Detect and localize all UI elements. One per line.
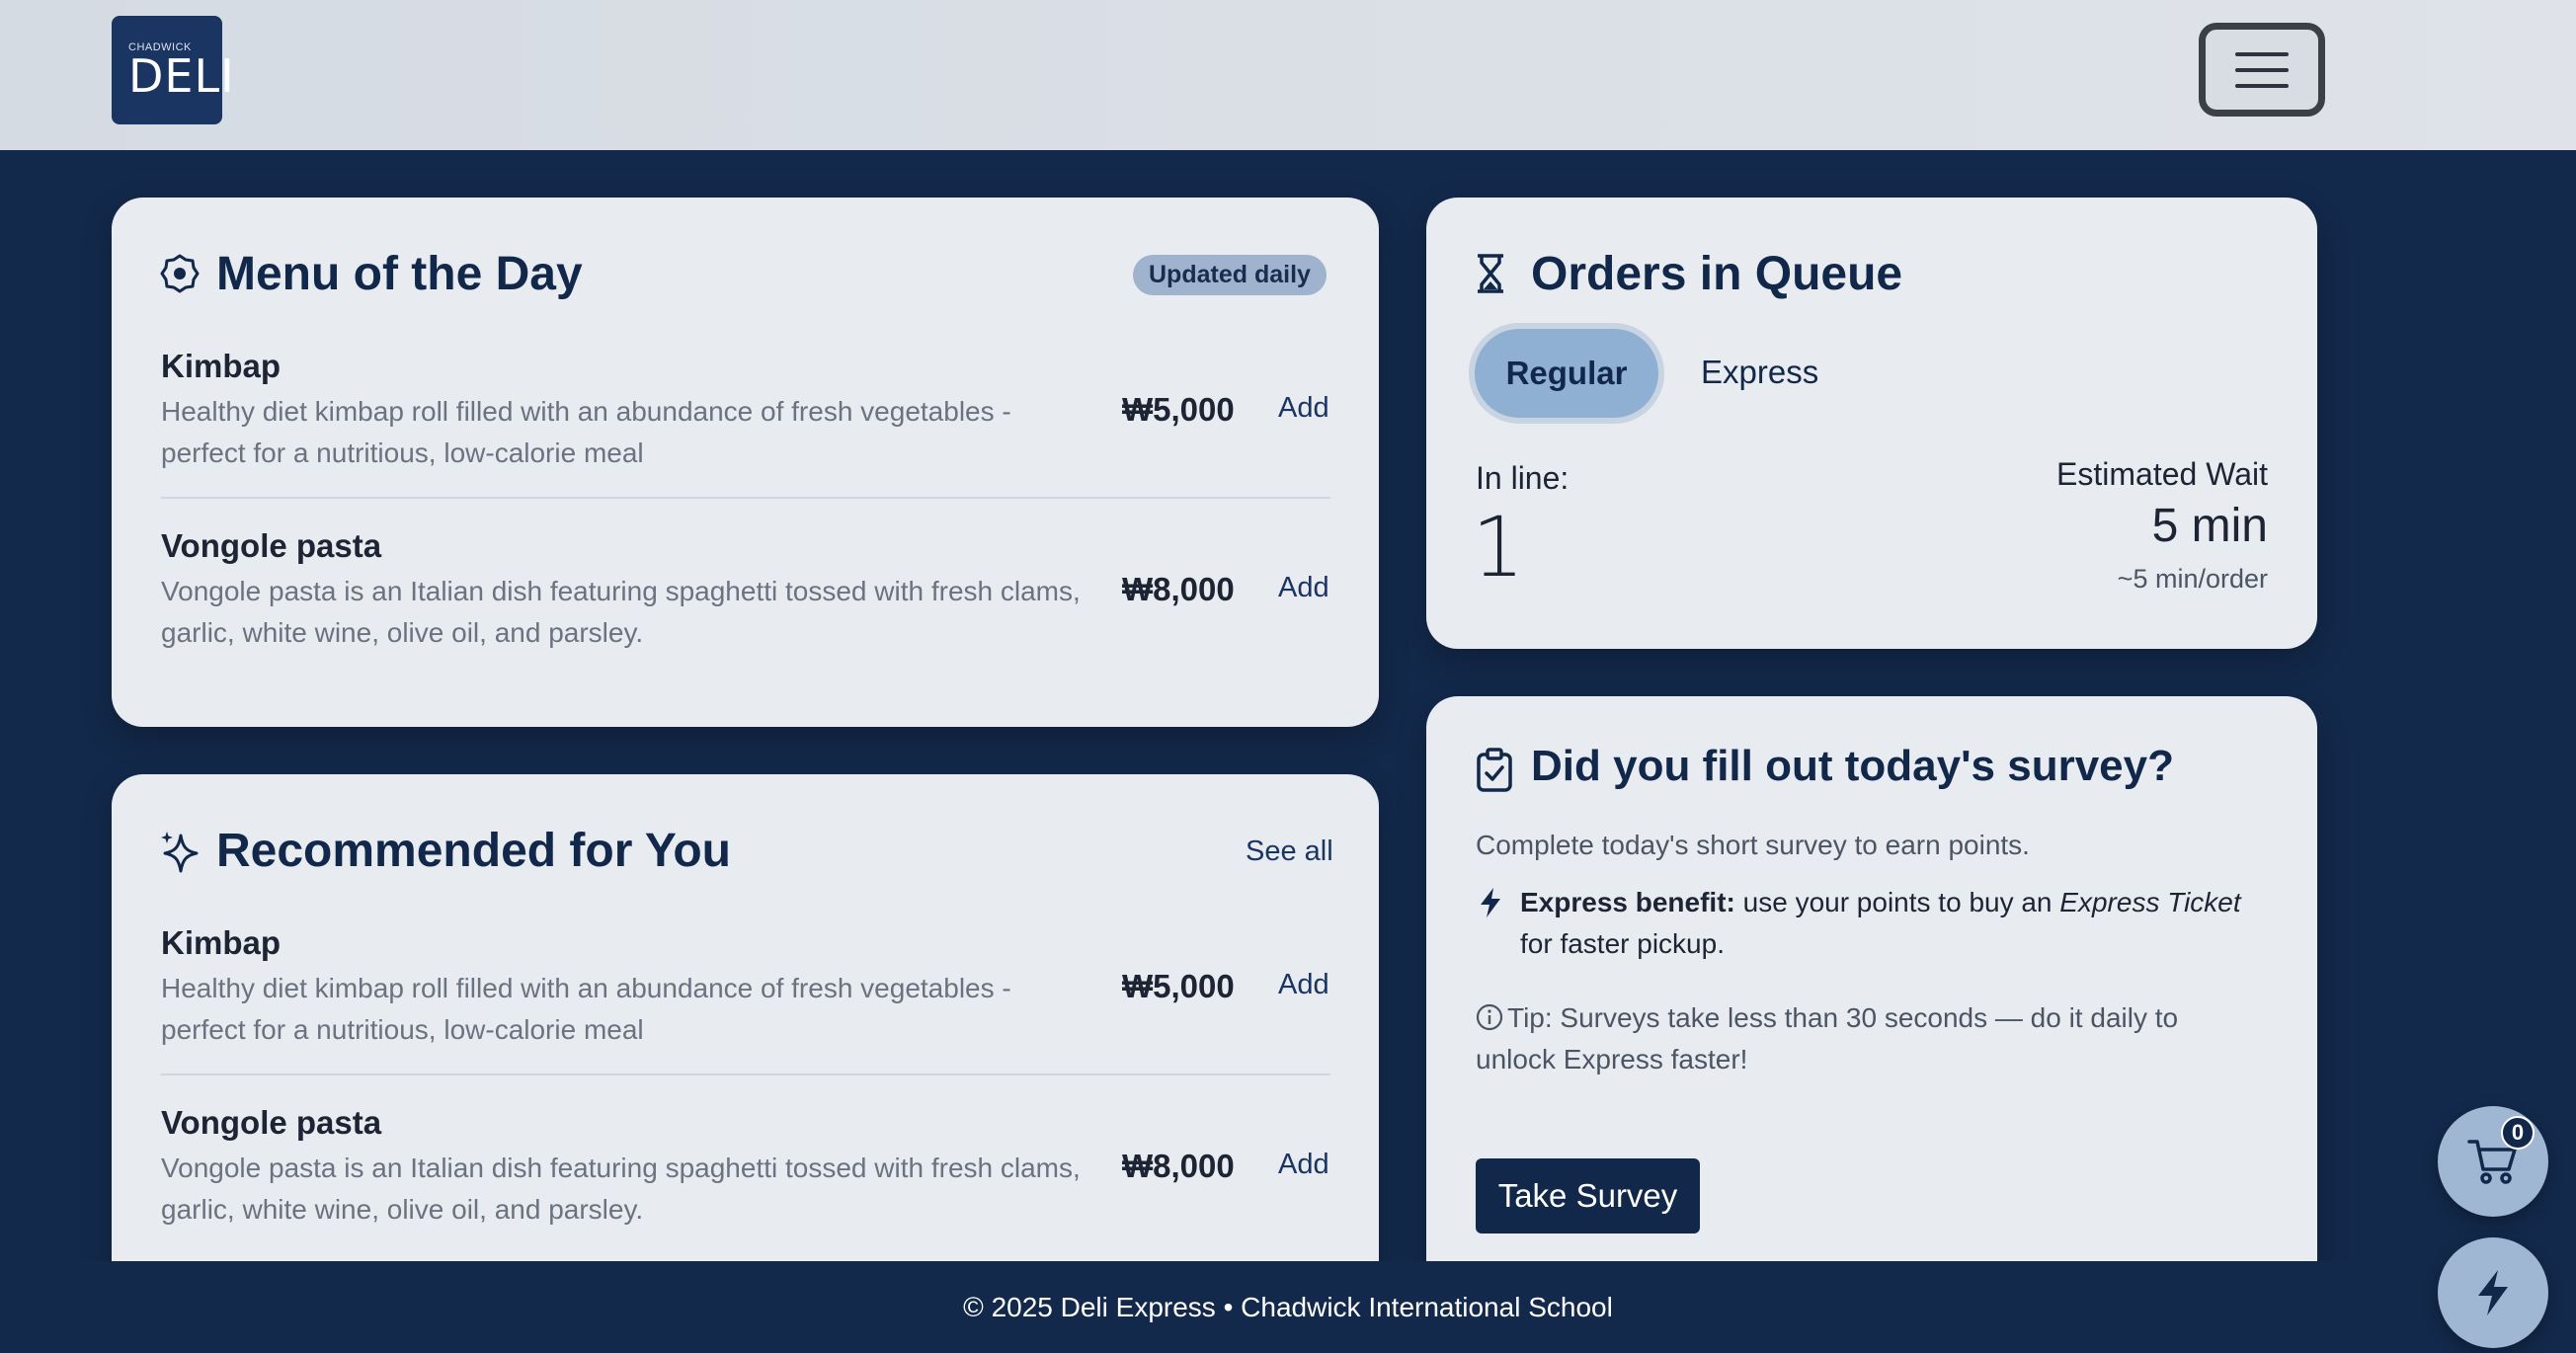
- add-to-cart-button[interactable]: Add: [1278, 392, 1329, 425]
- recommended-item-description: Healthy diet kimbap roll filled with an …: [161, 973, 1011, 1045]
- express-benefit: Express benefit: use your points to buy …: [1520, 882, 2271, 965]
- menu-item-price: ₩5,000: [1122, 391, 1235, 428]
- clipboard-check-icon: [1477, 748, 1512, 792]
- menu-item-description: Healthy diet kimbap roll filled with an …: [161, 396, 1011, 468]
- lightning-icon: [1481, 888, 1500, 917]
- footer: © 2025 Deli Express • Chadwick Internati…: [0, 1261, 2576, 1353]
- menu-item-name: Kimbap: [161, 348, 282, 384]
- top-bar: CHADWICK DELI: [0, 0, 2576, 150]
- menu-of-day-title: Menu of the Day: [216, 248, 583, 300]
- footer-text: © 2025 Deli Express • Chadwick Internati…: [963, 1291, 1613, 1322]
- tab-express[interactable]: Express: [1701, 354, 1818, 391]
- recommended-title: Recommended for You: [216, 825, 731, 877]
- menu-of-day-card: Menu of the Day Updated daily Kimbap Hea…: [112, 198, 1379, 727]
- add-to-cart-button[interactable]: Add: [1278, 1149, 1329, 1181]
- food-icon: [160, 254, 200, 293]
- menu-item-name: Vongole pasta: [161, 527, 382, 564]
- survey-tip: Tip: Surveys take less than 30 seconds —…: [1476, 1002, 2179, 1074]
- hamburger-menu-button[interactable]: [2199, 23, 2325, 117]
- sparkle-icon: [161, 832, 199, 873]
- deli-logo[interactable]: CHADWICK DELI: [112, 16, 235, 124]
- hamburger-line: [2235, 51, 2289, 56]
- express-button[interactable]: [2438, 1237, 2548, 1348]
- benefit-text: use your points to buy an: [1734, 887, 2060, 917]
- see-all-link[interactable]: See all: [1246, 836, 1333, 868]
- survey-intro: Complete today's short survey to earn po…: [1476, 830, 2030, 860]
- in-line-count: 1: [1472, 499, 1525, 596]
- logo-big-text: DELI: [128, 49, 235, 103]
- hamburger-line: [2235, 67, 2289, 72]
- survey-title: Did you fill out today's survey?: [1531, 742, 2174, 790]
- recommended-item-price: ₩5,000: [1122, 968, 1235, 1004]
- estimated-wait-value: 5 min: [2151, 500, 2268, 552]
- hourglass-icon: [1478, 254, 1503, 293]
- menu-item-description: Vongole pasta is an Italian dish featuri…: [161, 576, 1081, 648]
- menu-item-price: ₩8,000: [1122, 571, 1235, 607]
- orders-queue-title: Orders in Queue: [1531, 248, 1903, 300]
- cart-count-badge: 0: [2501, 1116, 2535, 1150]
- estimated-wait-label: Estimated Wait: [2056, 456, 2268, 492]
- in-line-label: In line:: [1476, 460, 1570, 496]
- recommended-item-name: Kimbap: [161, 924, 282, 961]
- item-divider: [161, 497, 1330, 499]
- tab-regular[interactable]: Regular: [1475, 329, 1658, 418]
- updated-daily-badge: Updated daily: [1133, 255, 1327, 295]
- benefit-bold: Express benefit:: [1520, 887, 1735, 917]
- benefit-italic: Express Ticket: [2059, 887, 2241, 917]
- recommended-item-name: Vongole pasta: [161, 1104, 382, 1141]
- hamburger-line: [2235, 83, 2289, 88]
- recommended-item-price: ₩8,000: [1122, 1148, 1235, 1184]
- lightning-icon: [2478, 1270, 2508, 1315]
- take-survey-button[interactable]: Take Survey: [1476, 1158, 1700, 1234]
- add-to-cart-button[interactable]: Add: [1278, 969, 1329, 1001]
- add-to-cart-button[interactable]: Add: [1278, 572, 1329, 604]
- recommended-card: Recommended for You See all Kimbap Healt…: [112, 774, 1379, 1327]
- wait-rate: ~5 min/order: [2117, 564, 2268, 594]
- benefit-end: for faster pickup.: [1520, 928, 1725, 959]
- recommended-item-description: Vongole pasta is an Italian dish featuri…: [161, 1153, 1081, 1225]
- item-divider: [161, 1074, 1330, 1075]
